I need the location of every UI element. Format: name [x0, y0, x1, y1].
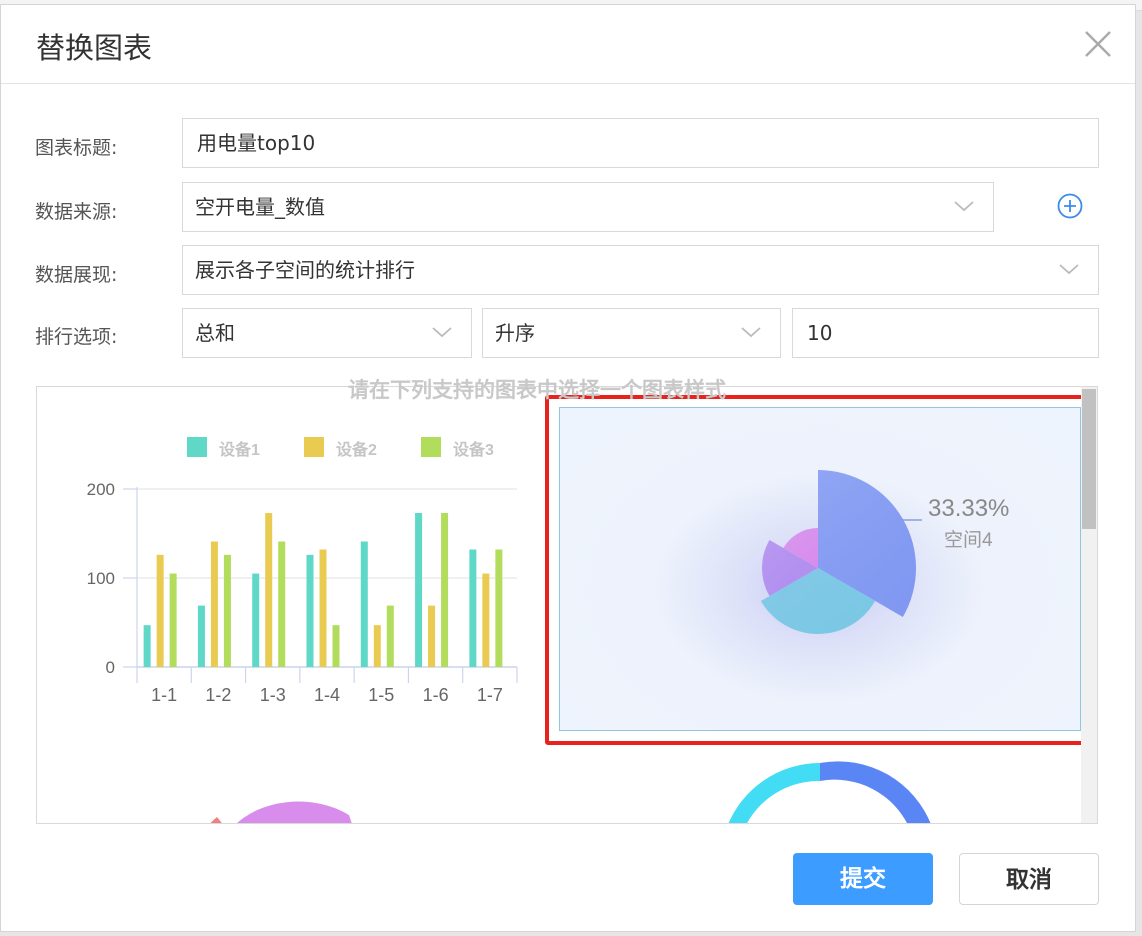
bar	[169, 573, 177, 667]
chevron-down-icon	[954, 201, 974, 212]
x-tick-label: 1-7	[477, 685, 503, 705]
data-display-label: 数据展现:	[35, 264, 118, 286]
rose-pie-thumbnail: 33.33% 空间4	[760, 470, 1009, 634]
bar	[495, 549, 503, 667]
data-display-value: 展示各子空间的统计排行	[195, 258, 415, 282]
chart-title-field[interactable]	[182, 118, 1099, 168]
partial-pie-slice	[210, 817, 222, 823]
legend-swatch	[421, 437, 441, 457]
chevron-down-icon	[1059, 264, 1079, 275]
rose-pie-chart-option[interactable]: 33.33% 空间4	[545, 395, 1089, 745]
bar	[197, 605, 205, 667]
partial-pie-arc	[237, 801, 352, 823]
bar	[373, 625, 381, 667]
ranking-aggregate-select[interactable]: 总和	[182, 308, 472, 358]
bar-chart-option[interactable]: 设备1 设备2 设备3 0 100 200 1-1 1-2 1-3 1-4 1-5 1-6 1-7	[47, 407, 537, 737]
partial-ring-blue	[820, 761, 931, 823]
y-tick-label: 0	[106, 658, 115, 677]
ranking-aggregate-value: 总和	[195, 321, 235, 345]
bar	[306, 554, 314, 667]
bar	[265, 513, 273, 667]
y-tick-label: 100	[87, 569, 115, 588]
data-source-label: 数据来源:	[35, 201, 118, 223]
rose-pie-preview: 33.33% 空间4	[559, 407, 1081, 731]
legend-label: 设备1	[219, 440, 260, 459]
gallery-scrollbar-thumb[interactable]	[1082, 389, 1096, 529]
bar	[143, 625, 151, 667]
add-data-source-icon[interactable]	[1056, 192, 1084, 220]
chart-title-input[interactable]	[195, 128, 1012, 155]
ranking-count-input[interactable]	[805, 320, 1073, 346]
bar	[415, 513, 423, 667]
ranking-count-field[interactable]	[792, 308, 1099, 358]
x-tick-label: 1-4	[314, 685, 340, 705]
bar	[482, 573, 490, 667]
x-tick-label: 1-5	[368, 685, 394, 705]
bar	[319, 549, 327, 667]
legend-swatch	[187, 437, 207, 457]
bar	[441, 513, 449, 667]
x-tick-label: 1-6	[423, 685, 449, 705]
bar	[278, 541, 286, 667]
bar	[469, 549, 477, 667]
gallery-scrollbar[interactable]	[1081, 387, 1097, 823]
data-source-value: 空开电量_数值	[195, 195, 325, 219]
data-display-select[interactable]: 展示各子空间的统计排行	[182, 245, 1099, 295]
bar-chart-thumbnail: 设备1 设备2 设备3 0 100 200 1-1 1-2 1-3 1-4 1-5 1-6 1-7	[87, 437, 518, 705]
pie-label-value: 33.33%	[928, 495, 1009, 522]
x-tick-label: 1-2	[205, 685, 231, 705]
x-tick-label: 1-3	[260, 685, 286, 705]
bar	[332, 625, 340, 667]
bar	[156, 554, 164, 667]
dialog-header: 替换图表	[1, 5, 1135, 84]
close-icon[interactable]	[1081, 27, 1115, 61]
pie-label-name: 空间4	[944, 529, 993, 551]
x-tick-label: 1-1	[151, 685, 177, 705]
cancel-button[interactable]: 取消	[959, 853, 1099, 905]
ranking-order-value: 升序	[495, 321, 535, 345]
partial-chart-thumbnails	[210, 761, 931, 823]
chevron-down-icon	[741, 327, 761, 338]
data-source-select[interactable]: 空开电量_数值	[182, 182, 994, 232]
legend-label: 设备2	[336, 440, 377, 459]
chart-style-gallery[interactable]: 设备1 设备2 设备3 0 100 200 1-1 1-2 1-3 1-4 1-5 1-6 1-7 33…	[36, 386, 1098, 824]
more-chart-options[interactable]	[37, 757, 1077, 823]
bar	[386, 605, 394, 667]
gallery-hint: 请在下列支持的图表中选择一个图表样式	[348, 378, 726, 402]
y-tick-label: 200	[87, 480, 115, 499]
dialog-title: 替换图表	[36, 31, 153, 65]
submit-button[interactable]: 提交	[793, 853, 933, 905]
bar	[360, 541, 368, 667]
legend-label: 设备3	[453, 440, 494, 459]
chevron-down-icon	[432, 327, 452, 338]
bar	[210, 541, 218, 667]
chart-title-label: 图表标题:	[35, 137, 118, 159]
legend-swatch	[304, 437, 324, 457]
partial-ring-cyan	[728, 763, 820, 823]
ranking-label: 排行选项:	[35, 326, 118, 348]
bar	[223, 554, 231, 667]
bar	[428, 605, 436, 667]
ranking-order-select[interactable]: 升序	[482, 308, 781, 358]
bar	[252, 573, 260, 667]
